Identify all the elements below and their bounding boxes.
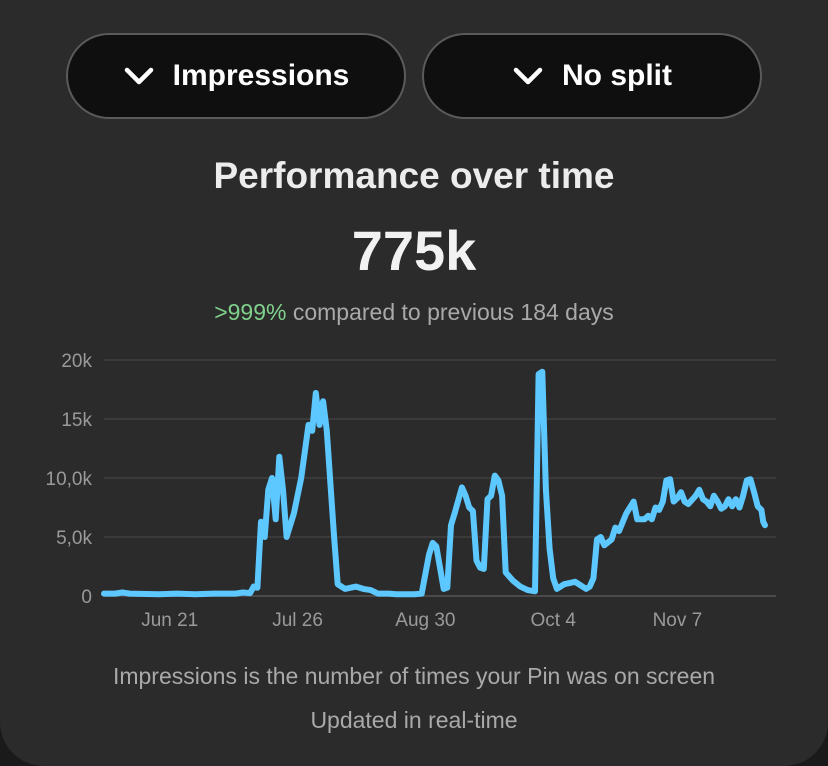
impressions-line-chart: 0 5,0k 10,0k 15k 20k Jun 21 Jul 26 Aug 30 Oct 4 N… bbox=[46, 351, 776, 631]
comparison-text: >999% compared to previous 184 days bbox=[0, 299, 828, 326]
change-percent: >999% bbox=[214, 299, 287, 325]
y-tick-label: 5,0k bbox=[56, 528, 92, 549]
x-tick-label: Oct 4 bbox=[531, 610, 577, 631]
update-status: Updated in real-time bbox=[310, 707, 518, 733]
y-tick-label: 15k bbox=[61, 410, 92, 431]
x-tick-label: Nov 7 bbox=[653, 610, 703, 631]
x-tick-label: Jun 21 bbox=[141, 610, 198, 631]
y-tick-label: 20k bbox=[61, 351, 92, 372]
chevron-down-icon bbox=[513, 67, 543, 85]
change-description: compared to previous 184 days bbox=[286, 299, 614, 325]
impressions-series-line bbox=[101, 368, 768, 598]
chevron-down-icon bbox=[124, 67, 153, 85]
total-impressions: 775k bbox=[351, 219, 477, 282]
metric-dropdown[interactable]: Impressions bbox=[66, 33, 406, 119]
y-tick-label: 10,0k bbox=[46, 469, 93, 490]
split-dropdown-label: No split bbox=[562, 59, 672, 92]
x-tick-label: Jul 26 bbox=[272, 610, 323, 631]
chart-title: Performance over time bbox=[213, 155, 615, 196]
metric-definition: Impressions is the number of times your … bbox=[112, 663, 716, 689]
split-dropdown[interactable]: No split bbox=[422, 33, 762, 119]
metric-dropdown-label: Impressions bbox=[172, 59, 350, 92]
x-tick-label: Aug 30 bbox=[395, 610, 455, 631]
y-tick-label: 0 bbox=[81, 587, 92, 608]
analytics-card: Impressions No split Performance over ti… bbox=[0, 0, 828, 766]
